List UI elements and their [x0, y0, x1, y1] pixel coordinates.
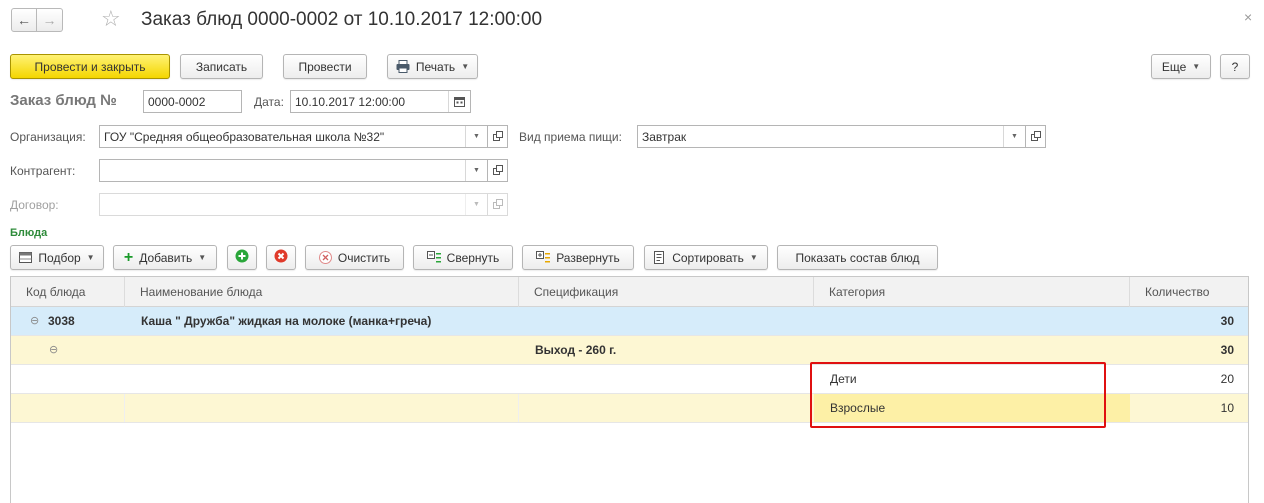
open-form-icon: [1030, 130, 1041, 144]
dropdown-arrow-icon: ▼: [465, 194, 487, 215]
date-field[interactable]: 10.10.2017 12:00:00: [290, 90, 471, 113]
date-label: Дата:: [254, 95, 284, 109]
column-header-name[interactable]: Наименование блюда: [125, 277, 519, 307]
calendar-icon[interactable]: [448, 91, 470, 112]
cell-spec: Выход - 260 г.: [535, 343, 617, 357]
star-icon[interactable]: ☆: [101, 6, 121, 32]
table-row[interactable]: ⊖ 3038 Каша " Дружба" жидкая на молоке (…: [11, 307, 1248, 336]
document-label: Заказ блюд №: [10, 92, 117, 109]
collapse-toggle-icon[interactable]: ⊖: [30, 307, 39, 335]
sort-button[interactable]: Сортировать ▼: [644, 245, 768, 270]
add-circle-icon: [235, 249, 249, 266]
cell-name: Каша " Дружба" жидкая на молоке (манка+г…: [141, 314, 432, 328]
column-header-category[interactable]: Категория: [814, 277, 1130, 307]
show-composition-button[interactable]: Показать состав блюд: [777, 245, 938, 270]
pick-button[interactable]: Подбор ▼: [10, 245, 104, 270]
column-header-code[interactable]: Код блюда: [11, 277, 125, 307]
dropdown-arrow-icon[interactable]: ▼: [465, 126, 487, 147]
dropdown-arrow-icon: ▼: [86, 253, 95, 262]
organization-label: Организация:: [10, 130, 86, 144]
expand-icon: [536, 251, 551, 264]
plus-icon: +: [123, 248, 134, 266]
meal-type-open-button[interactable]: [1026, 125, 1046, 148]
contract-open-button: [488, 193, 508, 216]
arrow-right-icon: →: [42, 12, 57, 28]
column-header-quantity[interactable]: Количество: [1130, 277, 1248, 307]
cell-quantity: 30: [1220, 314, 1234, 328]
open-form-icon: [492, 130, 503, 144]
contractor-open-button[interactable]: [488, 159, 508, 182]
contract-label: Договор:: [10, 198, 59, 212]
highlight-frame: [810, 362, 1106, 428]
document-number-field[interactable]: 0000-0002: [143, 90, 242, 113]
organization-field[interactable]: ГОУ "Средняя общеобразовательная школа №…: [99, 125, 488, 148]
more-button[interactable]: Еще ▼: [1151, 54, 1211, 79]
forward-button[interactable]: →: [37, 8, 63, 32]
collapse-toggle-icon[interactable]: ⊖: [49, 336, 58, 364]
open-form-icon: [492, 164, 503, 178]
cell-code: 3038: [48, 314, 75, 328]
organization-open-button[interactable]: [488, 125, 508, 148]
expand-button[interactable]: Развернуть: [522, 245, 634, 270]
dropdown-arrow-icon[interactable]: ▼: [465, 160, 487, 181]
post-button[interactable]: Провести: [283, 54, 367, 79]
save-button[interactable]: Записать: [180, 54, 263, 79]
table-header: Код блюда Наименование блюда Спецификаци…: [11, 277, 1248, 307]
add-button[interactable]: + Добавить ▼: [113, 245, 217, 270]
dropdown-arrow-icon: ▼: [749, 253, 758, 262]
page-title: Заказ блюд 0000-0002 от 10.10.2017 12:00…: [141, 9, 543, 30]
contractor-label: Контрагент:: [10, 164, 76, 178]
cell-quantity: 30: [1220, 343, 1234, 357]
printer-icon: [396, 60, 410, 73]
clear-button[interactable]: Очистить: [305, 245, 404, 270]
open-form-icon: [492, 198, 503, 212]
cell-quantity: 20: [1220, 372, 1234, 386]
delete-row-button[interactable]: [266, 245, 296, 270]
table-row[interactable]: ⊖ Выход - 260 г. 30: [11, 336, 1248, 365]
column-header-spec[interactable]: Спецификация: [519, 277, 814, 307]
table-icon: [19, 252, 33, 263]
dropdown-arrow-icon: ▼: [1192, 62, 1201, 71]
dropdown-arrow-icon[interactable]: ▼: [1003, 126, 1025, 147]
contract-field: ▼: [99, 193, 488, 216]
dropdown-arrow-icon: ▼: [198, 253, 207, 262]
collapse-icon: [426, 251, 441, 264]
close-icon[interactable]: ×: [1244, 9, 1252, 25]
collapse-button[interactable]: Свернуть: [413, 245, 513, 270]
back-button[interactable]: ←: [11, 8, 37, 32]
contractor-field[interactable]: ▼: [99, 159, 488, 182]
delete-circle-icon: [274, 249, 288, 266]
section-title: Блюда: [10, 227, 48, 239]
arrow-left-icon: ←: [17, 12, 31, 28]
help-button[interactable]: ?: [1220, 54, 1250, 79]
post-and-close-button[interactable]: Провести и закрыть: [10, 54, 170, 79]
clear-icon: [318, 251, 332, 264]
meal-type-field[interactable]: Завтрак ▼: [637, 125, 1026, 148]
add-row-button[interactable]: [227, 245, 257, 270]
dropdown-arrow-icon: ▼: [461, 62, 470, 71]
sort-icon: [654, 251, 666, 264]
meal-type-label: Вид приема пищи:: [519, 130, 622, 144]
print-button[interactable]: Печать ▼: [387, 54, 478, 79]
cell-quantity: 10: [1220, 401, 1234, 415]
